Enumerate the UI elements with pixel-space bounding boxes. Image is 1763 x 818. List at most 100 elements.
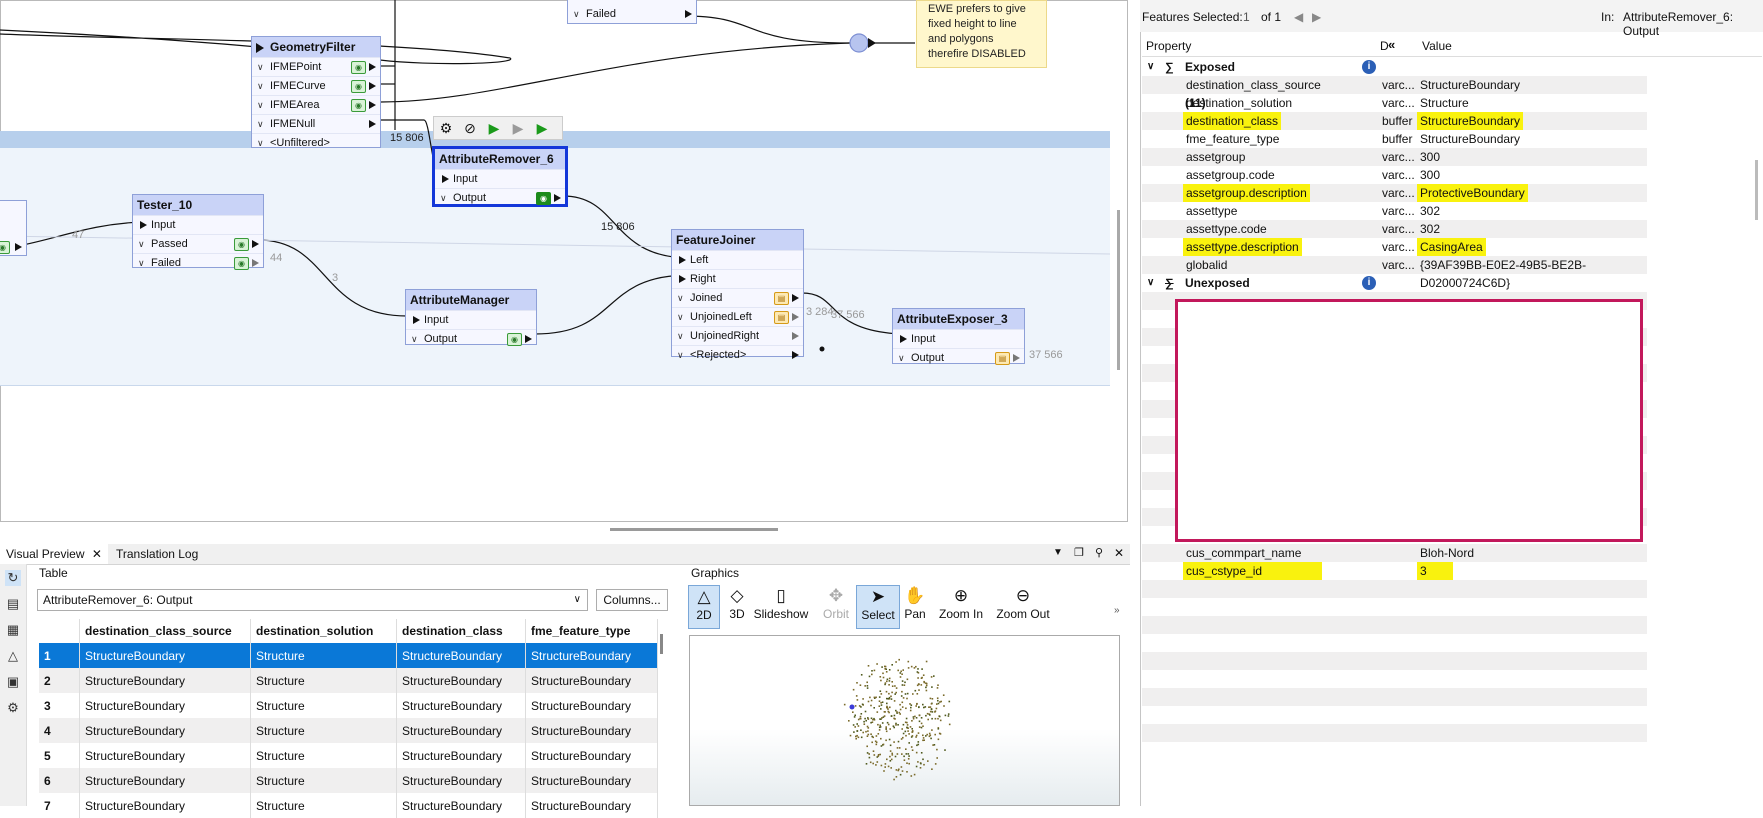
table-row[interactable]: 1 StructureBoundary Structure StructureBoun… (39, 643, 658, 668)
orbit-button[interactable]: ✥ Orbit (816, 585, 856, 627)
output-arrow-icon[interactable] (792, 351, 799, 359)
table-cell[interactable]: Structure (250, 668, 397, 693)
chevron-down-icon[interactable]: ▼ (1053, 547, 1063, 558)
port-right[interactable]: Right (672, 269, 803, 288)
attribute-row[interactable]: destination_class_source varc... Structure… (1142, 76, 1647, 94)
port-ifmepoint[interactable]: ∨ IFMEPoint ◉ (252, 57, 380, 76)
feature-info-icon[interactable]: ▤ (5, 596, 21, 612)
upstream-transformer-fragment[interactable]: ∨ Failed (567, 0, 697, 24)
table-row[interactable]: 6 StructureBoundary Structure StructureBoun… (39, 768, 658, 793)
pin-icon[interactable]: ⚲ (1095, 546, 1103, 559)
row-number[interactable]: 5 (39, 743, 80, 768)
canvas-horizontal-scrollbar[interactable] (610, 528, 778, 531)
attribute-row[interactable]: assettype.description varc... CasingArea (1142, 238, 1647, 256)
table-cell[interactable]: StructureBoundary (525, 668, 658, 693)
input-arrow-icon[interactable] (413, 316, 420, 324)
collapse-icon[interactable]: « (1388, 37, 1395, 52)
row-number[interactable]: 6 (39, 768, 80, 793)
run-to-this-icon[interactable]: ▶ (486, 120, 502, 136)
attributeremover-node[interactable]: AttributeRemover_6 Input ∨ Output ◉ (432, 146, 568, 207)
chevron-down-icon[interactable]: ∨ (1147, 58, 1154, 76)
inspect-icon[interactable]: ↻ (5, 570, 21, 586)
table-cell[interactable]: StructureBoundary (396, 718, 526, 743)
panel-scrollbar[interactable] (1755, 160, 1758, 220)
table-icon[interactable]: ▦ (5, 622, 21, 638)
port-output[interactable]: ∨ Output ◉ (406, 329, 536, 348)
table-cell[interactable]: StructureBoundary (396, 693, 526, 718)
port-ifmearea[interactable]: ∨ IFMEArea ◉ (252, 95, 380, 114)
output-arrow-icon[interactable] (792, 332, 799, 340)
input-arrow-icon[interactable] (679, 256, 686, 264)
port-ifmenull[interactable]: ∨ IFMENull (252, 114, 380, 133)
table-cell[interactable]: Structure (250, 743, 397, 768)
property-header[interactable]: Property (1146, 39, 1191, 53)
table-cell[interactable]: StructureBoundary (79, 643, 251, 668)
table-source-select[interactable]: AttributeRemover_6: Output ∨ (37, 589, 588, 611)
tab-visual-preview[interactable]: Visual Preview ✕ (0, 544, 108, 564)
output-arrow-icon[interactable] (252, 240, 259, 248)
next-icon[interactable]: ▶ (1312, 10, 1321, 24)
port-rejected[interactable]: ∨ <Rejected> (672, 345, 803, 364)
column-header[interactable]: destination_class_source (79, 619, 251, 643)
close-icon[interactable]: ✕ (92, 547, 102, 561)
input-arrow-icon[interactable] (140, 221, 147, 229)
port-left[interactable]: Left (672, 250, 803, 269)
tab-translation-log[interactable]: Translation Log (110, 544, 204, 564)
attribute-row[interactable] (1142, 616, 1647, 634)
table-cell[interactable]: StructureBoundary (525, 743, 658, 768)
table-cell[interactable]: StructureBoundary (396, 643, 526, 668)
table-cell[interactable]: StructureBoundary (396, 743, 526, 768)
attributeexposer-node[interactable]: AttributeExposer_3 Input ∨ Output ▤ (892, 308, 1025, 367)
eye-icon[interactable]: ◉ (234, 238, 249, 251)
row-number[interactable]: 3 (39, 693, 80, 718)
port-output[interactable]: ∨ Output ▤ (893, 348, 1024, 367)
attribute-row[interactable] (1142, 580, 1647, 598)
attribute-row[interactable]: assetgroup varc... 300 (1142, 148, 1647, 166)
table-scrollbar[interactable] (660, 634, 663, 654)
port-input[interactable]: Input (893, 329, 1024, 348)
table-cell[interactable]: StructureBoundary (525, 718, 658, 743)
column-header[interactable]: destination_solution (250, 619, 397, 643)
disable-icon[interactable]: ⊘ (462, 120, 478, 136)
table-cell[interactable]: Structure (250, 768, 397, 793)
attribute-row[interactable] (1142, 688, 1647, 706)
restore-icon[interactable]: ❐ (1074, 546, 1084, 559)
annotation-note[interactable]: EWE prefers to give fixed height to line… (916, 0, 1047, 68)
columns-button[interactable]: Columns... (596, 589, 668, 611)
attribute-row[interactable] (1142, 652, 1647, 670)
table-cell[interactable]: StructureBoundary (79, 743, 251, 768)
output-arrow-icon[interactable] (15, 243, 22, 251)
slideshow-button[interactable]: ▯ Slideshow (746, 585, 816, 627)
canvas-vertical-scrollbar[interactable] (1117, 210, 1120, 370)
table-cell[interactable]: Structure (250, 643, 397, 668)
gear-icon[interactable]: ⚙ (438, 120, 454, 136)
attribute-row[interactable] (1142, 634, 1647, 652)
column-header[interactable]: destination_class (396, 619, 526, 643)
attribute-row[interactable]: fme_feature_type buffer StructureBoundary (1142, 130, 1647, 148)
info-icon[interactable]: i (1362, 60, 1376, 74)
table-cell[interactable]: StructureBoundary (396, 768, 526, 793)
featurejoiner-node[interactable]: FeatureJoiner Left Right ∨ Joined ▤ ∨ Unjoi… (671, 229, 804, 361)
eye-icon[interactable]: ◉ (507, 333, 522, 346)
select-button[interactable]: ➤ Select (856, 585, 900, 629)
graphics-view[interactable] (689, 635, 1120, 806)
table-cell[interactable]: StructureBoundary (525, 768, 658, 793)
attribute-row[interactable]: destination_class buffer StructureBoundary (1142, 112, 1647, 130)
zoom-out-button[interactable]: ⊖ Zoom Out (992, 585, 1054, 627)
tester-node[interactable]: Tester_10 Input ∨ Passed ◉ ∨ Failed ◉ (132, 194, 264, 270)
attribute-row[interactable]: assettype varc... 302 (1142, 202, 1647, 220)
offscreen-transformer-fragment[interactable]: ◉ (0, 200, 27, 256)
eye-icon[interactable]: ◉ (0, 241, 10, 254)
row-number[interactable]: 1 (39, 643, 80, 668)
port-joined[interactable]: ∨ Joined ▤ (672, 288, 803, 307)
info-icon[interactable]: i (1362, 276, 1376, 290)
attribute-row[interactable] (1142, 670, 1647, 688)
port-passed[interactable]: ∨ Passed ◉ (133, 234, 263, 253)
table-row[interactable]: 4 StructureBoundary Structure StructureBoun… (39, 718, 658, 743)
run-from-this-icon[interactable]: ▶ (510, 120, 526, 136)
table-cell[interactable]: StructureBoundary (79, 768, 251, 793)
column-header[interactable]: fme_feature_type (525, 619, 658, 643)
attribute-row[interactable] (1142, 598, 1647, 616)
geometryfilter-node[interactable]: GeometryFilter ∨ IFMEPoint ◉ ∨ IFMECurve ◉ ∨… (251, 36, 381, 149)
row-number[interactable]: 4 (39, 718, 80, 743)
